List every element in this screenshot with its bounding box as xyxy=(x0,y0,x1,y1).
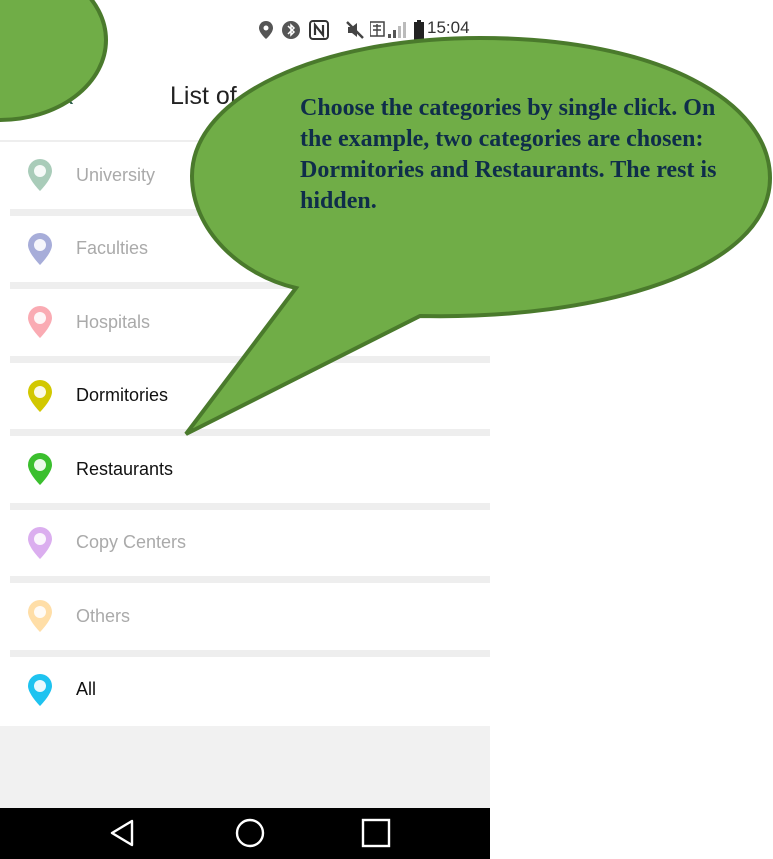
callout-text: Choose the categories by single click. O… xyxy=(300,95,717,214)
row-separator xyxy=(10,355,490,363)
category-row-restaurants[interactable]: Restaurants xyxy=(0,436,490,502)
category-label: Faculties xyxy=(76,238,149,258)
faculties-pin-icon xyxy=(26,232,54,266)
row-separator xyxy=(10,282,490,289)
category-label: All xyxy=(76,679,97,699)
status-bar: 15:04 xyxy=(0,0,490,60)
category-label: Hospitals xyxy=(76,311,151,332)
back-triangle-icon[interactable] xyxy=(104,816,144,850)
category-row-dormitories[interactable]: Dormitories xyxy=(0,362,490,429)
bluetooth-icon xyxy=(280,20,302,40)
category-label: Copy Centers xyxy=(76,532,187,552)
lte-signal-icon xyxy=(370,20,410,40)
android-nav-bar xyxy=(0,808,490,859)
list-footer-area xyxy=(0,726,490,808)
hospitals-pin-icon xyxy=(26,305,54,339)
category-label: Others xyxy=(76,605,131,626)
category-row-others[interactable]: Others xyxy=(0,583,490,649)
category-row-faculties[interactable]: Faculties xyxy=(0,215,490,282)
category-label: University xyxy=(76,164,156,185)
copy-centers-pin-icon xyxy=(26,526,54,560)
category-label: Restaurants xyxy=(76,458,174,479)
mute-icon xyxy=(344,20,366,40)
university-pin-icon xyxy=(26,158,54,192)
category-row-all[interactable]: All xyxy=(0,656,490,723)
recents-square-icon[interactable] xyxy=(356,816,396,850)
others-pin-icon xyxy=(26,599,54,633)
home-circle-icon[interactable] xyxy=(230,816,270,850)
status-time: 15:04 xyxy=(427,18,470,37)
row-separator xyxy=(10,576,490,583)
page-title: List of xyxy=(170,82,237,110)
category-row-copy-centers[interactable]: Copy Centers xyxy=(0,509,490,576)
all-pin-icon xyxy=(26,673,54,707)
nfc-icon xyxy=(308,20,330,40)
location-icon xyxy=(258,20,274,40)
battery-icon xyxy=(413,20,425,40)
row-separator xyxy=(10,429,490,436)
row-separator xyxy=(10,502,490,510)
restaurants-pin-icon xyxy=(26,452,54,486)
dormitories-pin-icon xyxy=(26,379,54,413)
category-label: Dormitories xyxy=(76,385,169,405)
back-button[interactable]: < Back xyxy=(0,82,73,111)
category-row-hospitals[interactable]: Hospitals xyxy=(0,289,490,355)
row-separator xyxy=(10,649,490,657)
